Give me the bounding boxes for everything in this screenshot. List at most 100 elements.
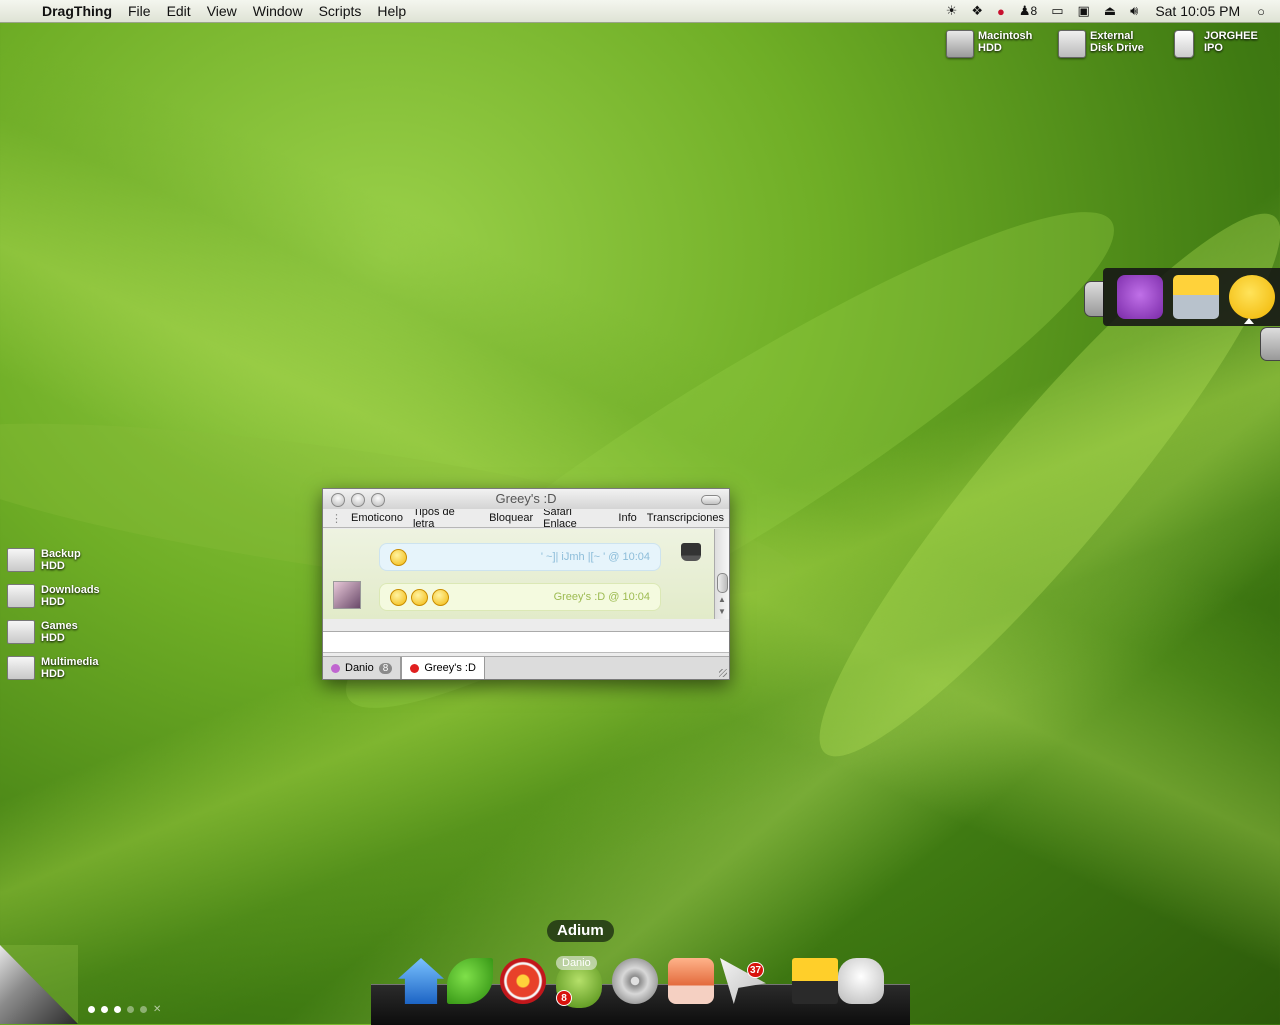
toolbar-toggle-button[interactable] [701, 495, 721, 505]
hard-drive-icon [946, 30, 974, 58]
tab-label: Danio [345, 662, 374, 674]
page-dot[interactable] [101, 1006, 108, 1013]
message-meta: ' ~]| iJmh |[~ ' @ 10:04 [540, 551, 650, 563]
status-dot [410, 663, 420, 673]
duck-icon[interactable] [1229, 275, 1275, 319]
top-hat-avatar-icon [681, 543, 701, 561]
chat-tabs: Danio 8 Greey's :D [323, 656, 729, 679]
desktop-item-multimedia[interactable]: Multimedia HDD [7, 656, 98, 680]
pinterest-icon[interactable]: ● [990, 4, 1012, 19]
tab-label: Greey's :D [424, 662, 476, 674]
message-input[interactable] [323, 631, 729, 653]
desktop-item-label: HDD [41, 596, 65, 608]
dock-tooltip-sub: Danio [556, 956, 597, 970]
shelf-collapse-tab[interactable] [1084, 281, 1104, 317]
ghost-icon[interactable] [838, 958, 884, 1004]
volume-icon[interactable]: 🔊︎ [1123, 3, 1145, 19]
page-dot[interactable] [88, 1006, 95, 1013]
drive-label: Disk Drive [1090, 42, 1144, 54]
games-drive-icon [7, 620, 35, 644]
menu-scripts[interactable]: Scripts [311, 3, 370, 19]
ipod-icon [1174, 30, 1194, 58]
message-view: ' ~]| iJmh |[~ ' @ 10:04 Greey's :D @ 10… [323, 529, 715, 619]
message-meta: Greey's :D @ 10:04 [553, 591, 650, 603]
dvd-icon[interactable] [612, 958, 658, 1004]
desktop-item-label: HDD [41, 668, 65, 680]
info-icon[interactable]: ▣ [1071, 3, 1097, 19]
backup-drive-icon [7, 548, 35, 572]
menu-help[interactable]: Help [369, 3, 414, 19]
film-icon[interactable] [792, 958, 838, 1004]
chat-titlebar[interactable]: Greey's :D [323, 489, 729, 509]
shelf-second-tab[interactable] [1260, 327, 1280, 361]
menu-edit[interactable]: Edit [159, 3, 199, 19]
dock-tooltip: Adium [547, 920, 614, 942]
message-bubble-outgoing: ' ~]| iJmh |[~ ' @ 10:04 [379, 543, 661, 571]
toolbar-grip-icon: ⋮ [331, 512, 342, 525]
desktop-item-label: Multimedia [41, 656, 99, 668]
truck-icon[interactable] [1173, 275, 1219, 319]
smiley-icon [390, 548, 407, 566]
drive-label: Macintosh [978, 30, 1033, 42]
page-indicator[interactable]: ✕ [88, 1004, 161, 1015]
tab-danio[interactable]: Danio 8 [323, 657, 402, 679]
toolbar-safari-link[interactable]: Safari Enlace [538, 506, 613, 530]
display-icon[interactable]: ▭ [1044, 3, 1070, 19]
desktop-item-label: Games [41, 620, 78, 632]
unread-badge: 8 [378, 662, 393, 674]
close-button[interactable] [331, 493, 345, 507]
page-dot[interactable] [114, 1006, 121, 1013]
page-dot[interactable] [140, 1006, 147, 1013]
resize-grip-icon[interactable] [719, 669, 727, 677]
desktop-item-label: HDD [41, 560, 65, 572]
toolbar-transcripts[interactable]: Transcripciones [642, 512, 729, 524]
downloads-drive-icon [7, 584, 35, 608]
scroll-down-arrow-icon[interactable]: ▼ [718, 607, 726, 616]
clock[interactable]: Sat 10:05 PM [1145, 3, 1250, 19]
desktop-item-backup[interactable]: Backup HDD [7, 548, 81, 572]
itunes-icon[interactable] [500, 958, 546, 1004]
scrollbar-thumb[interactable] [717, 573, 728, 593]
scroll-up-arrow-icon[interactable]: ▲ [718, 595, 726, 604]
desktop-item-label: Downloads [41, 584, 100, 596]
drive-macintosh-hdd[interactable]: Macintosh HDD [946, 30, 1032, 58]
drive-ipod[interactable]: JORGHEE IPO [1174, 30, 1258, 58]
desktop-item-downloads[interactable]: Downloads HDD [7, 584, 100, 608]
toolbar-fonts[interactable]: Tipos de letra [408, 506, 484, 530]
chat-window: Greey's :D ⋮ Emoticono Tipos de letra Bl… [322, 488, 730, 680]
menu-app-name[interactable]: DragThing [34, 3, 120, 19]
menu-view[interactable]: View [199, 3, 245, 19]
minimize-button[interactable] [351, 493, 365, 507]
space-invader-icon[interactable] [1117, 275, 1163, 319]
tab-greeys[interactable]: Greey's :D [401, 657, 485, 679]
drive-external[interactable]: External Disk Drive [1058, 30, 1144, 58]
drive-label: JORGHEE [1204, 30, 1258, 42]
spotlight-icon[interactable]: ○ [1250, 4, 1272, 19]
menu-bar: DragThing File Edit View Window Scripts … [0, 0, 1280, 23]
user-icon[interactable]: ♟8 [1012, 3, 1044, 19]
drive-label: IPO [1204, 42, 1223, 54]
dragthing-shelf [1103, 268, 1280, 326]
sun-icon[interactable]: ☀ [939, 3, 965, 19]
desktop-item-games[interactable]: Games HDD [7, 620, 78, 644]
avatar [333, 581, 361, 609]
multimedia-drive-icon [7, 656, 35, 680]
toolbar-emoticon[interactable]: Emoticono [346, 512, 408, 524]
dropbox-icon[interactable]: ❖ [964, 3, 990, 19]
close-icon[interactable]: ✕ [153, 1004, 161, 1015]
menu-file[interactable]: File [120, 3, 159, 19]
scrollbar[interactable]: ▲ ▼ [714, 529, 729, 619]
usb-drive-icon [1058, 30, 1086, 58]
cake-icon[interactable] [668, 958, 714, 1004]
toolbar-block[interactable]: Bloquear [484, 512, 538, 524]
zoom-button[interactable] [371, 493, 385, 507]
user-count: 8 [1030, 4, 1038, 18]
eject-icon[interactable]: ⏏ [1097, 3, 1123, 19]
chat-toolbar: ⋮ Emoticono Tipos de letra Bloquear Safa… [323, 506, 729, 530]
desktop-item-label: Backup [41, 548, 81, 560]
adium-badge: 8 [556, 990, 572, 1006]
page-dot[interactable] [127, 1006, 134, 1013]
drive-label: HDD [978, 42, 1002, 54]
toolbar-info[interactable]: Info [613, 512, 641, 524]
menu-window[interactable]: Window [245, 3, 311, 19]
